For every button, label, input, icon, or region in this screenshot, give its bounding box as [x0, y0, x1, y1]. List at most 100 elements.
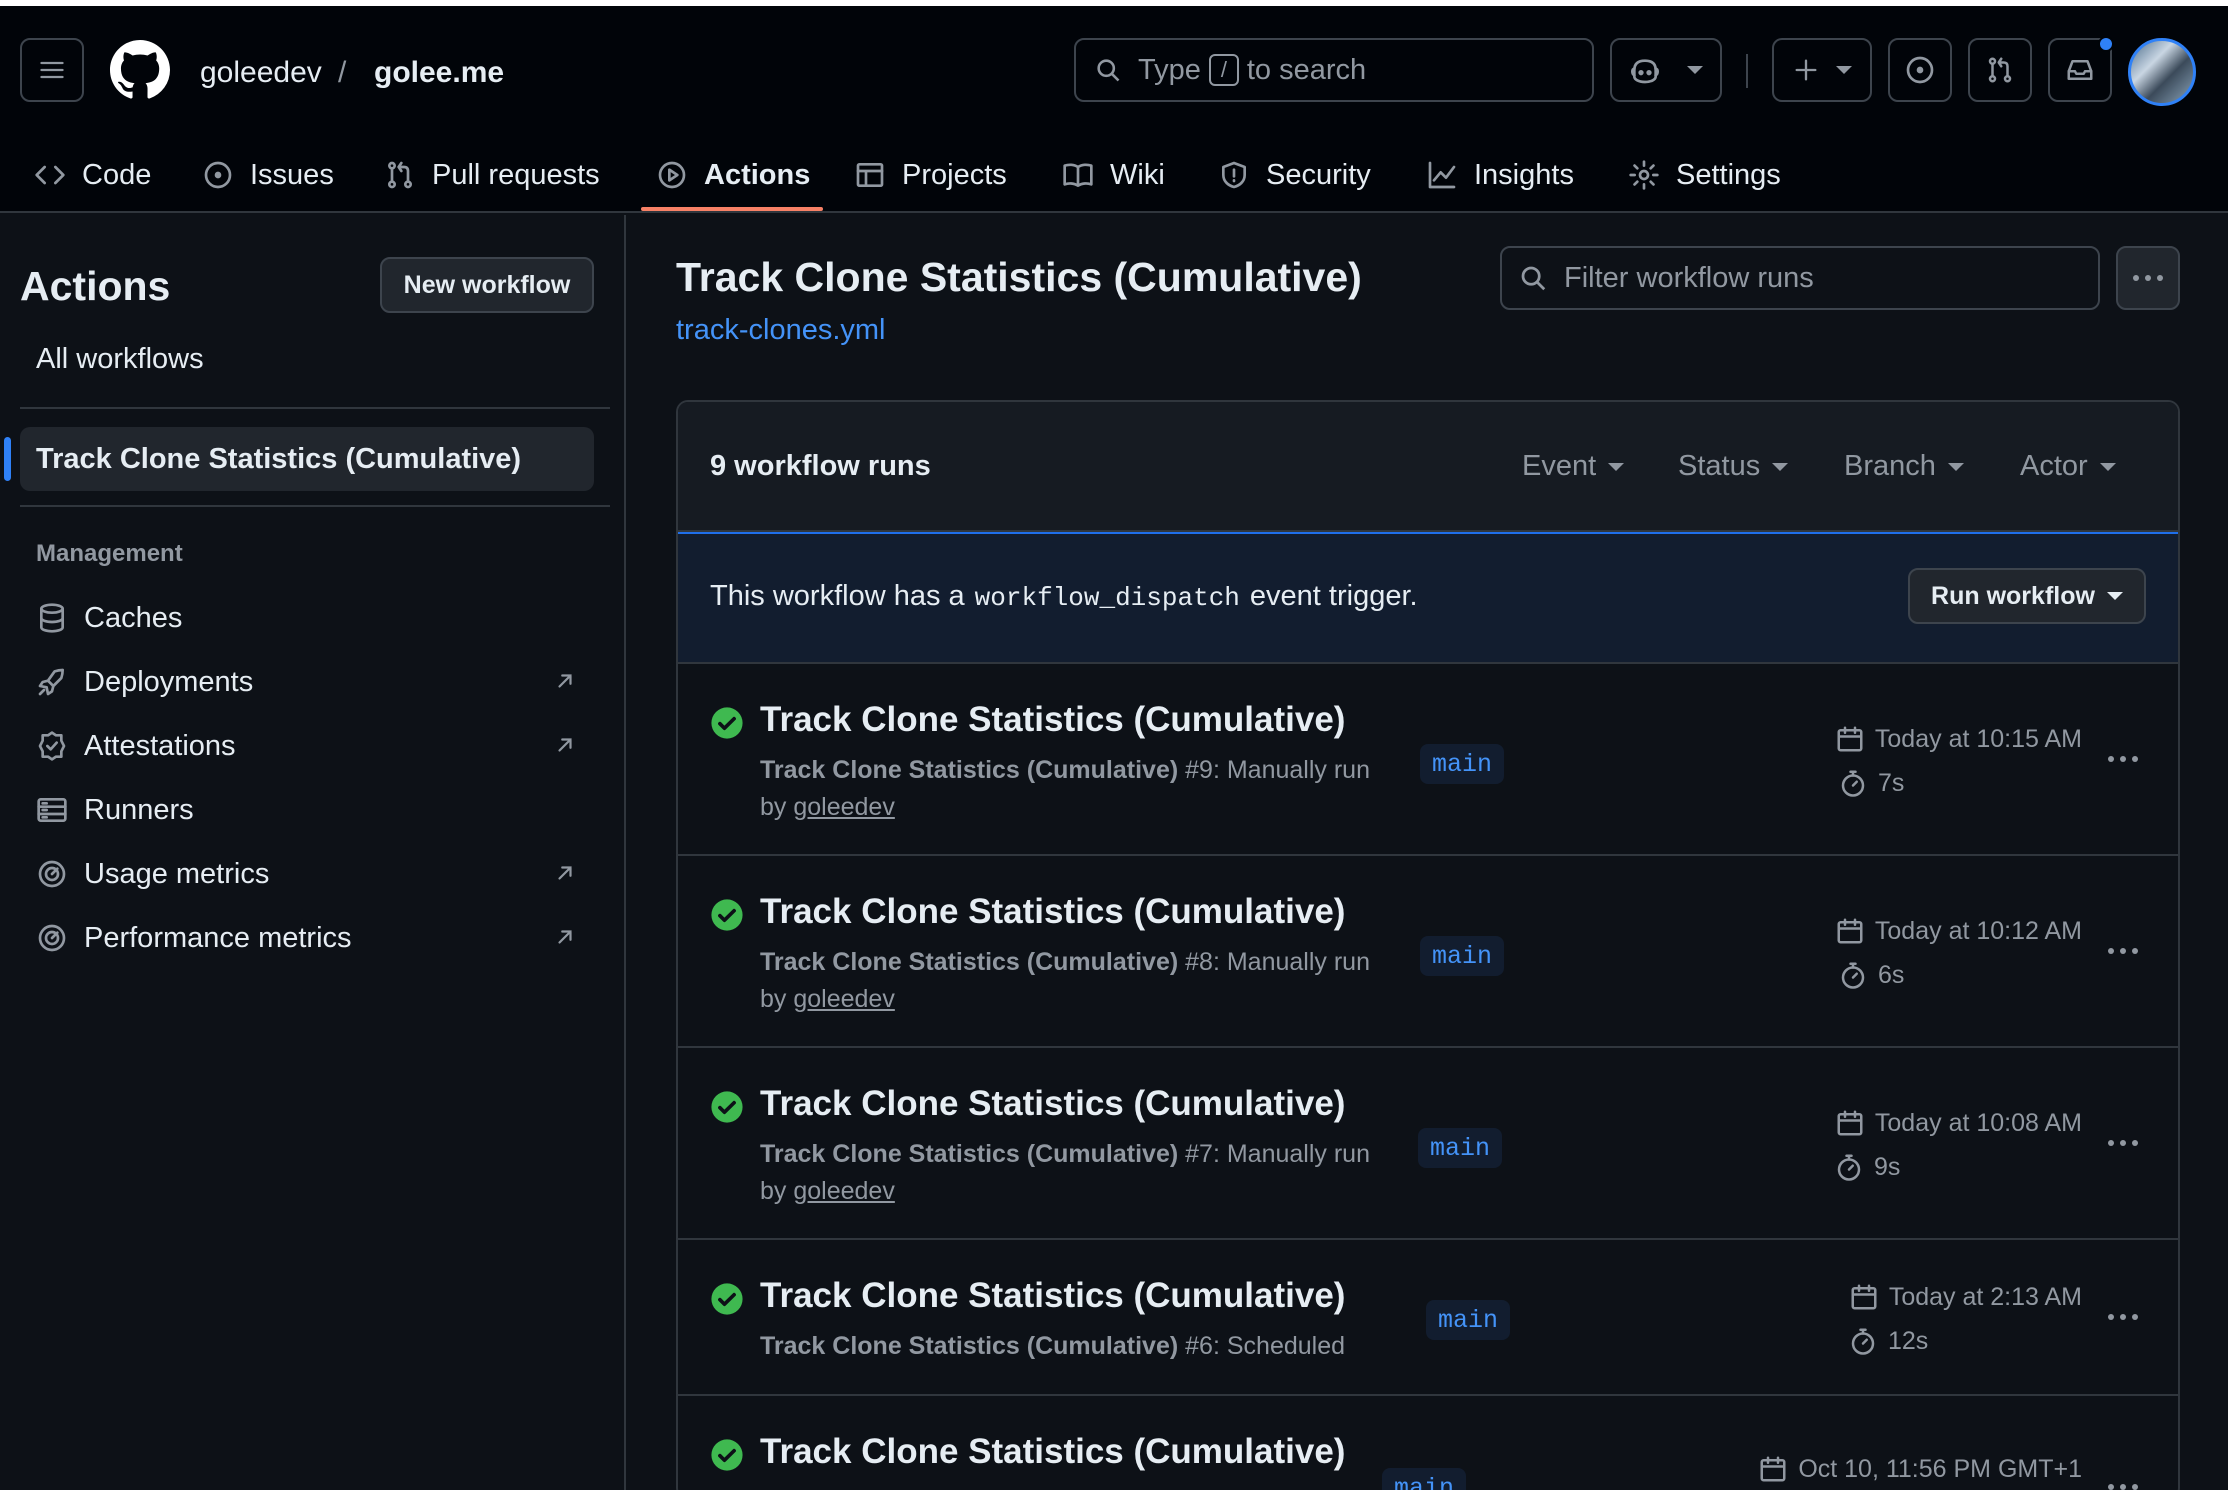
run-workflow-name: Track Clone Statistics (Cumulative) [760, 1332, 1179, 1360]
run-by-label: by [760, 1177, 787, 1205]
pull-requests-button[interactable] [1968, 38, 2032, 102]
sidebar-item-performance-metrics[interactable]: Performance metrics [36, 913, 576, 963]
run-meta: Track Clone Statistics (Cumulative) #7: … [760, 1140, 1370, 1205]
sidebar-item-attestations[interactable]: Attestations [36, 721, 576, 771]
check-circle-fill-icon [711, 1091, 743, 1123]
all-workflows-link[interactable]: All workflows [36, 343, 204, 376]
kebab-horizontal-icon[interactable] [2108, 756, 2138, 762]
issue-icon [204, 161, 232, 189]
actor-filter-dropdown[interactable]: Actor [2020, 450, 2116, 483]
filter-label: Branch [1844, 450, 1936, 482]
pull-request-icon [388, 161, 412, 189]
code-icon [35, 165, 65, 185]
runs-list-header: 9 workflow runs Event Status Branch Acto… [678, 402, 2178, 532]
workflow-run-row[interactable]: Track Clone Statistics (Cumulative) Trac… [678, 1048, 2178, 1240]
workflow-run-row[interactable]: Track Clone Statistics (Cumulative) Trac… [678, 664, 2178, 856]
tab-wiki[interactable]: Wiki [1062, 140, 1165, 210]
kebab-horizontal-icon[interactable] [2108, 1140, 2138, 1146]
run-by-label: by [760, 985, 787, 1013]
chevron-down-icon [2099, 462, 2116, 471]
run-duration: 7s [1838, 768, 1904, 798]
repo-owner-link[interactable]: goleedev [200, 56, 322, 90]
status-filter-dropdown[interactable]: Status [1678, 450, 1789, 483]
user-avatar[interactable] [2128, 38, 2196, 106]
link-external-icon [558, 866, 572, 880]
branch-label[interactable]: main [1420, 744, 1505, 784]
book-icon [1063, 163, 1093, 187]
kebab-horizontal-icon[interactable] [2108, 948, 2138, 954]
tab-actions[interactable]: Actions [656, 140, 810, 210]
run-title-link[interactable]: Track Clone Statistics (Cumulative) [760, 1432, 1345, 1472]
workflow-run-row[interactable]: Track Clone Statistics (Cumulative) Trac… [678, 856, 2178, 1048]
tab-code[interactable]: Code [34, 140, 151, 210]
meter-icon [38, 860, 66, 888]
banner-text-before: This workflow has a [710, 580, 965, 612]
run-when: Today at 10:15 AM [1874, 724, 2082, 753]
kebab-horizontal-icon[interactable] [2108, 1484, 2138, 1490]
tab-label: Settings [1676, 158, 1781, 191]
run-title-link[interactable]: Track Clone Statistics (Cumulative) [760, 1276, 1345, 1316]
run-title-link[interactable]: Track Clone Statistics (Cumulative) [760, 892, 1345, 932]
filter-runs-input[interactable]: Filter workflow runs [1500, 246, 2100, 310]
tab-projects[interactable]: Projects [854, 140, 1007, 210]
tab-security[interactable]: Security [1218, 140, 1371, 210]
database-icon [40, 603, 64, 633]
graph-icon [1428, 161, 1456, 189]
create-new-button[interactable] [1772, 38, 1872, 102]
chevron-down-icon [2106, 592, 2123, 600]
tab-settings[interactable]: Settings [1628, 140, 1781, 210]
github-logo-icon[interactable] [110, 40, 170, 100]
sidebar-title: Actions [20, 263, 171, 309]
active-tab-indicator [641, 207, 823, 211]
copilot-button[interactable] [1610, 38, 1722, 102]
run-timestamp: Today at 2:13 AM [1849, 1282, 2082, 1312]
run-by-label: by [760, 793, 787, 821]
global-search-input[interactable]: Type / to search [1074, 38, 1594, 102]
sidebar-item-deployments[interactable]: Deployments [36, 657, 576, 707]
run-title-link[interactable]: Track Clone Statistics (Cumulative) [760, 1084, 1345, 1124]
run-when: Today at 10:12 AM [1874, 916, 2082, 945]
stopwatch-icon [1837, 1154, 1861, 1181]
calendar-icon [1837, 726, 1863, 752]
event-filter-dropdown[interactable]: Event [1522, 450, 1625, 483]
run-meta: Track Clone Statistics (Cumulative) #6: … [760, 1332, 1346, 1360]
sidebar-item-label: Usage metrics [84, 857, 270, 890]
run-actor-link[interactable]: goleedev [793, 985, 894, 1013]
run-meta: Track Clone Statistics (Cumulative) #8: … [760, 948, 1370, 1013]
sidebar-item-active-workflow[interactable]: Track Clone Statistics (Cumulative) [20, 427, 594, 491]
repo-name-link[interactable]: golee.me [374, 56, 504, 90]
sidebar-item-caches[interactable]: Caches [36, 593, 576, 643]
repo-nav: Code Issues Pull requests Actions Projec… [0, 140, 2228, 210]
sidebar-item-runners[interactable]: Runners [36, 785, 576, 835]
tab-pull-requests[interactable]: Pull requests [384, 140, 600, 210]
workflow-file-link[interactable]: track-clones.yml [676, 314, 886, 347]
sidebar-item-usage-metrics[interactable]: Usage metrics [36, 849, 576, 899]
menu-button[interactable] [20, 38, 84, 102]
new-workflow-button[interactable]: New workflow [380, 257, 594, 313]
run-actor-link[interactable]: goleedev [793, 793, 894, 821]
workflow-run-row[interactable]: Track Clone Statistics (Cumulative) main… [678, 1396, 2178, 1490]
issues-button[interactable] [1888, 38, 1952, 102]
run-workflow-name: Track Clone Statistics (Cumulative) [760, 1140, 1179, 1168]
table-icon [856, 163, 884, 187]
kebab-horizontal-icon[interactable] [2108, 1314, 2138, 1320]
branch-label[interactable]: main [1418, 1128, 1503, 1168]
branch-filter-dropdown[interactable]: Branch [1844, 450, 1964, 483]
workflow-run-row[interactable]: Track Clone Statistics (Cumulative) Trac… [678, 1240, 2178, 1396]
run-workflow-button[interactable]: Run workflow [1908, 568, 2146, 624]
branch-label[interactable]: main [1382, 1468, 1467, 1490]
search-shortcut-key: / [1208, 54, 1239, 86]
run-number: #7 [1185, 1140, 1213, 1168]
management-heading: Management [36, 540, 183, 567]
tab-insights[interactable]: Insights [1426, 140, 1574, 210]
run-actor-link[interactable]: goleedev [793, 1177, 894, 1205]
check-circle-fill-icon [711, 707, 743, 739]
run-duration: 6s [1838, 960, 1904, 990]
run-title-link[interactable]: Track Clone Statistics (Cumulative) [760, 700, 1345, 740]
tab-issues[interactable]: Issues [202, 140, 334, 210]
plus-icon [1795, 59, 1817, 81]
branch-label[interactable]: main [1426, 1300, 1511, 1340]
link-external-icon [558, 674, 572, 688]
branch-label[interactable]: main [1420, 936, 1505, 976]
workflow-options-button[interactable] [2116, 246, 2180, 310]
